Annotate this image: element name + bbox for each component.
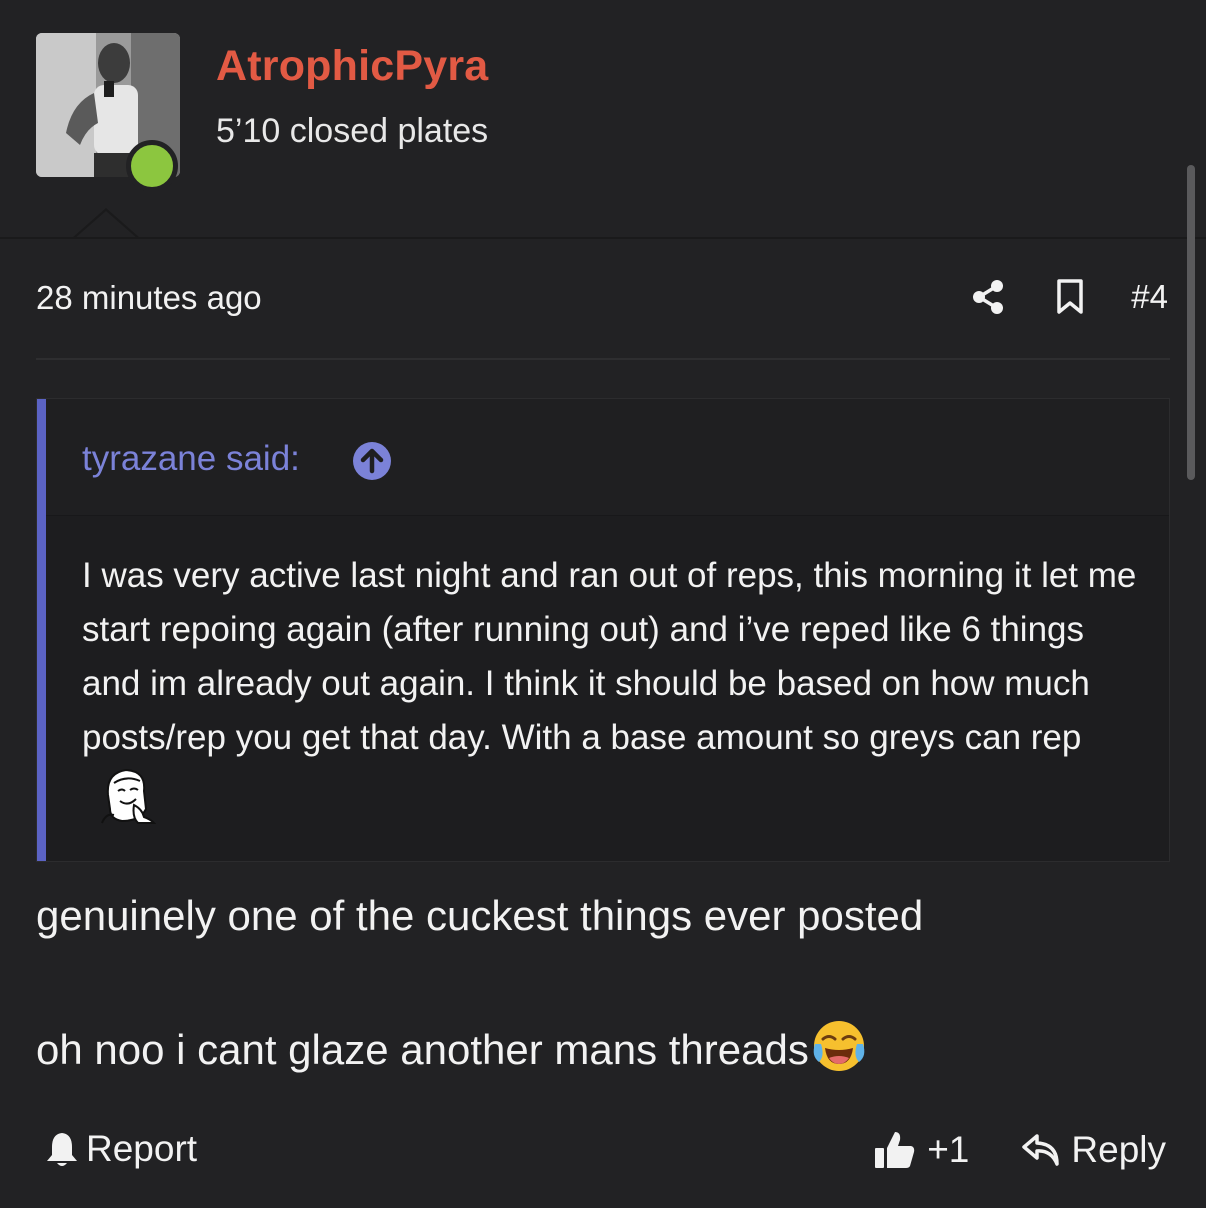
bell-icon [44,1129,80,1169]
quote-block: tyrazane said: I was very active last ni… [36,398,1170,862]
share-icon[interactable] [969,278,1007,316]
post-number-link[interactable]: #4 [1131,278,1168,316]
quote-text: I was very active last night and ran out… [82,556,1137,757]
face-with-tears-of-joy-icon [811,1018,867,1074]
post-meta-actions: #4 [969,278,1168,316]
quote-accent-bar [37,399,46,861]
quote-header: tyrazane said: [46,399,1169,516]
bookmark-icon[interactable] [1051,278,1089,316]
online-status-indicator [126,140,178,192]
header-notch-fill [74,211,138,239]
thumbs-up-icon[interactable] [873,1128,917,1172]
post-header: AtrophicPyra 5’10 closed plates [0,0,1206,238]
quote-author[interactable]: tyrazane said: [82,439,300,479]
like-count[interactable]: +1 [927,1129,969,1171]
reply-arrow-icon[interactable] [1021,1132,1061,1168]
user-title: 5’10 closed plates [216,112,489,150]
post-line: oh noo i cant glaze another mans threads [36,1026,809,1073]
meme-face-icon [98,765,157,825]
meta-divider [36,358,1170,360]
post-line-with-emoji: oh noo i cant glaze another mans threads [36,1018,923,1074]
report-button[interactable]: Report [44,1128,197,1170]
post-body: genuinely one of the cuckest things ever… [36,892,924,1074]
quote-body: I was very active last night and ran out… [82,549,1152,835]
header-divider [0,237,1206,239]
post-reactions: +1 Reply [873,1128,1166,1172]
scrollbar[interactable] [1187,165,1195,480]
username[interactable]: AtrophicPyra [216,42,488,91]
post-timestamp[interactable]: 28 minutes ago [36,279,262,317]
arrow-up-circle-icon[interactable] [352,441,392,481]
post-line: genuinely one of the cuckest things ever… [36,892,924,939]
reply-button[interactable]: Reply [1071,1129,1166,1171]
report-label: Report [86,1128,198,1169]
